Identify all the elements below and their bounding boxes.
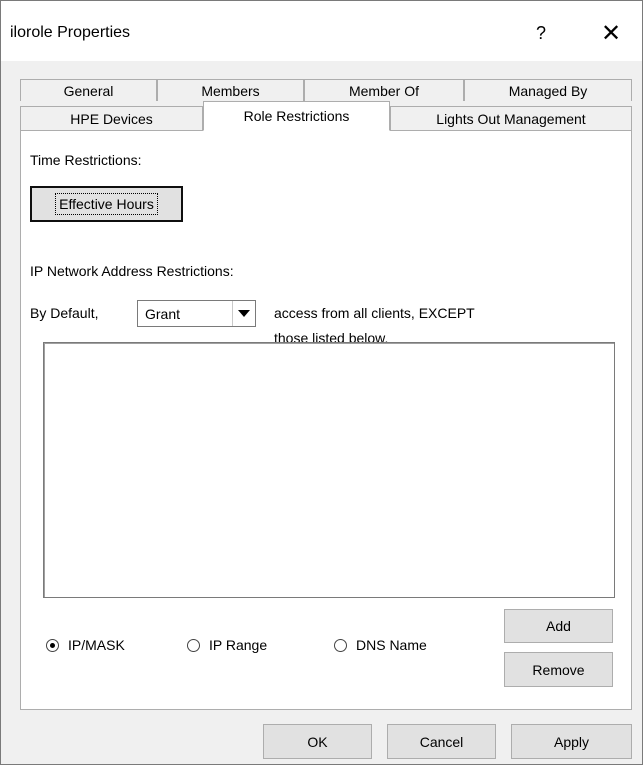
tab-managed-by[interactable]: Managed By xyxy=(464,79,632,101)
properties-dialog: ilorole Properties ? ✕ General Members M… xyxy=(0,0,643,765)
cancel-button[interactable]: Cancel xyxy=(387,724,496,759)
help-button[interactable]: ? xyxy=(521,15,561,51)
ip-restrictions-label: IP Network Address Restrictions: xyxy=(30,263,234,279)
except-text-line1: access from all clients, EXCEPT xyxy=(274,305,475,321)
remove-button[interactable]: Remove xyxy=(504,652,613,687)
chevron-down-icon xyxy=(238,310,250,317)
window-title: ilorole Properties xyxy=(10,24,131,41)
radio-dns-name[interactable]: DNS Name xyxy=(334,637,427,653)
default-access-value: Grant xyxy=(145,306,181,322)
effective-hours-label: Effective Hours xyxy=(55,193,158,215)
tab-members[interactable]: Members xyxy=(157,79,304,101)
default-access-select[interactable]: Grant xyxy=(137,300,256,327)
radio-ip-range-label: IP Range xyxy=(209,637,268,653)
dropdown-arrow[interactable] xyxy=(232,301,255,326)
close-button[interactable]: ✕ xyxy=(589,15,633,51)
help-icon: ? xyxy=(535,22,546,43)
tab-general[interactable]: General xyxy=(20,79,157,101)
tab-member-of[interactable]: Member Of xyxy=(304,79,464,101)
radio-ip-mask[interactable]: IP/MASK xyxy=(46,637,125,653)
radio-button-icon[interactable] xyxy=(46,638,59,652)
ok-button[interactable]: OK xyxy=(263,724,372,759)
radio-button-icon[interactable] xyxy=(187,638,200,652)
title-bar: ilorole Properties ? ✕ xyxy=(1,1,642,61)
radio-ip-range[interactable]: IP Range xyxy=(187,637,267,653)
tab-hpe-devices[interactable]: HPE Devices xyxy=(20,106,203,130)
tab-role-restrictions[interactable]: Role Restrictions xyxy=(203,101,390,131)
apply-button[interactable]: Apply xyxy=(511,724,632,759)
close-icon: ✕ xyxy=(600,19,622,47)
radio-dns-name-label: DNS Name xyxy=(356,637,427,653)
add-button[interactable]: Add xyxy=(504,609,613,643)
by-default-label: By Default, xyxy=(30,305,99,321)
tab-lights-out-management[interactable]: Lights Out Management xyxy=(390,106,632,130)
radio-ip-mask-label: IP/MASK xyxy=(68,637,125,653)
restriction-list[interactable] xyxy=(43,342,615,598)
radio-button-icon[interactable] xyxy=(334,638,347,652)
effective-hours-button[interactable]: Effective Hours xyxy=(30,186,183,222)
time-restrictions-label: Time Restrictions: xyxy=(30,152,142,168)
